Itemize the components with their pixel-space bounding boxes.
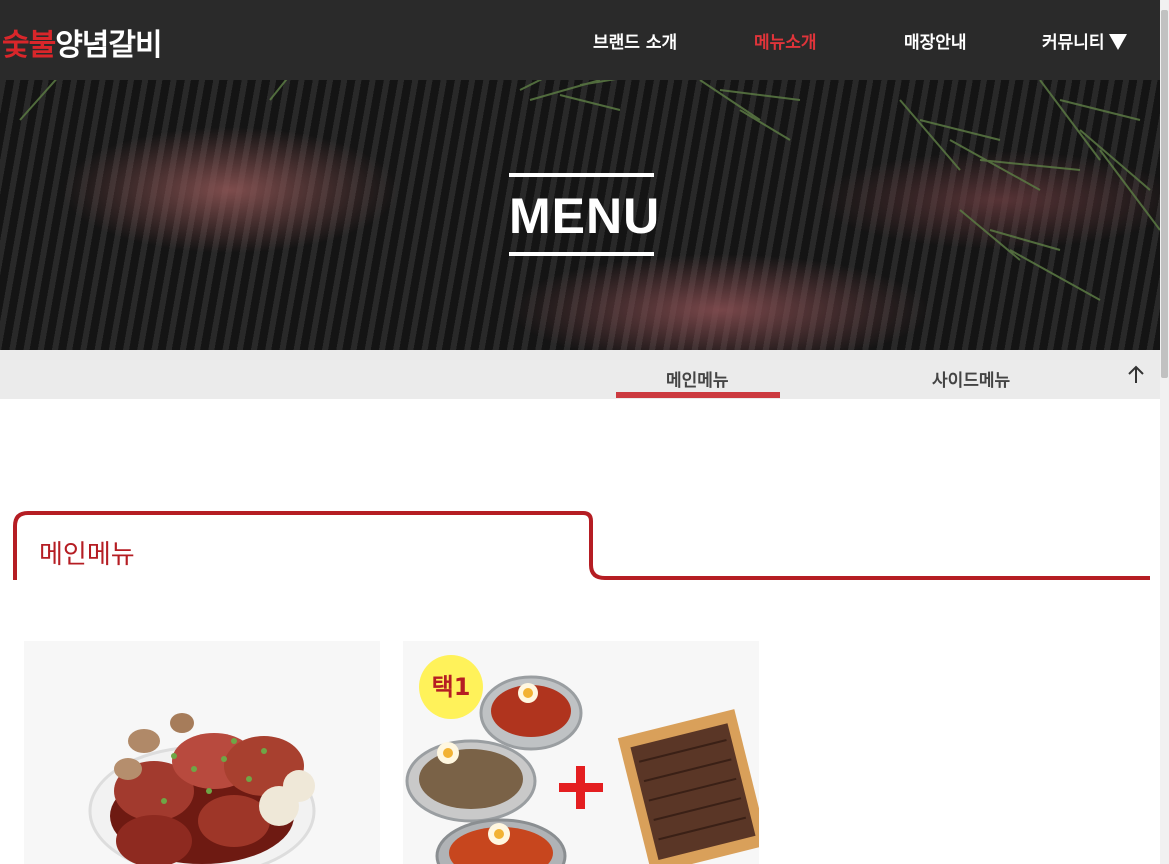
active-tab-indicator (616, 392, 780, 398)
site-logo[interactable]: 숯불양념갈비 (2, 20, 163, 64)
logo-text-red: 숯불 (2, 28, 56, 63)
hero-title: MENU (509, 188, 661, 244)
galbi-dish-image (88, 713, 316, 864)
menu-card[interactable] (24, 641, 380, 864)
menu-card[interactable]: 택1 (403, 641, 759, 864)
hero-bottom-line (509, 252, 654, 256)
hero-top-line (509, 173, 654, 177)
site-header: 숯불양념갈비 브랜드 소개 메뉴소개 매장안내 커뮤니티 (0, 0, 1160, 80)
section-title: 메인메뉴 (39, 540, 135, 570)
triangle-down-icon (1108, 34, 1127, 50)
arrow-up-icon[interactable] (1125, 364, 1147, 386)
logo-text-white: 양념갈비 (55, 28, 162, 63)
nav-menu-intro[interactable]: 메뉴소개 (754, 28, 817, 54)
page-scrollbar[interactable] (1160, 0, 1169, 864)
hero-banner: MENU (0, 80, 1160, 350)
nav-brand-intro[interactable]: 브랜드 소개 (593, 28, 677, 54)
section-heading-frame (13, 511, 1150, 580)
hero-title-block: MENU (509, 173, 661, 257)
tab-main-menu[interactable]: 메인메뉴 (666, 366, 729, 391)
nav-community-label: 커뮤니티 (1042, 33, 1105, 53)
nav-community[interactable]: 커뮤니티 (1042, 28, 1127, 54)
choice-badge: 택1 (419, 655, 483, 719)
tab-side-menu[interactable]: 사이드메뉴 (932, 366, 1010, 391)
menu-subnav: 메인메뉴 사이드메뉴 (0, 350, 1160, 399)
section-heading: 메인메뉴 (13, 510, 1150, 582)
scrollbar-thumb[interactable] (1161, 10, 1168, 378)
nav-store-info[interactable]: 매장안내 (904, 28, 967, 54)
